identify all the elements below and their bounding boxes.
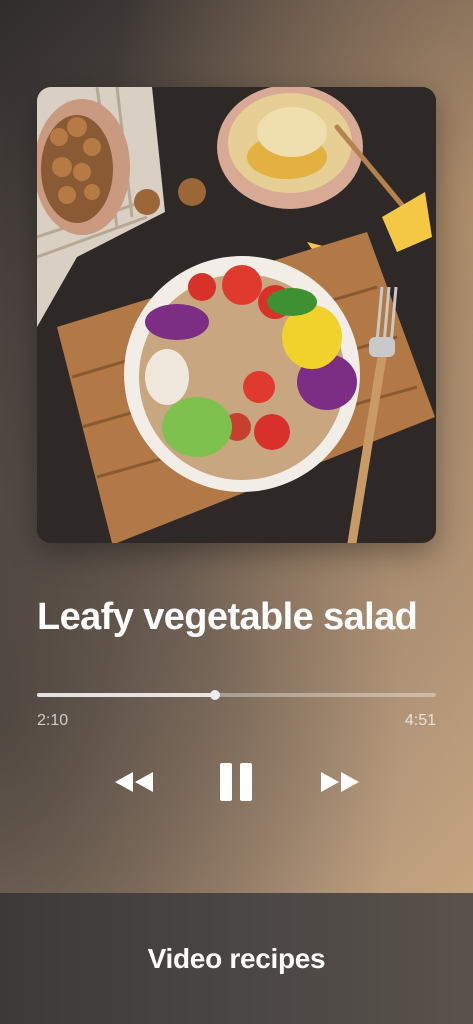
rewind-icon xyxy=(115,772,153,792)
progress-bar[interactable] xyxy=(37,690,436,700)
pause-icon xyxy=(220,763,252,801)
bottom-bar[interactable]: Video recipes xyxy=(0,893,473,1024)
rewind-button[interactable] xyxy=(110,760,158,804)
progress-fill xyxy=(37,693,216,697)
album-artwork xyxy=(37,87,436,543)
elapsed-time: 2:10 xyxy=(37,712,69,729)
bottom-bar-label: Video recipes xyxy=(147,943,326,974)
total-duration: 4:51 xyxy=(404,712,436,729)
pause-button[interactable] xyxy=(214,760,258,804)
track-title: Leafy vegetable salad xyxy=(37,596,418,638)
fast-forward-icon xyxy=(321,772,359,792)
fast-forward-button[interactable] xyxy=(316,760,364,804)
